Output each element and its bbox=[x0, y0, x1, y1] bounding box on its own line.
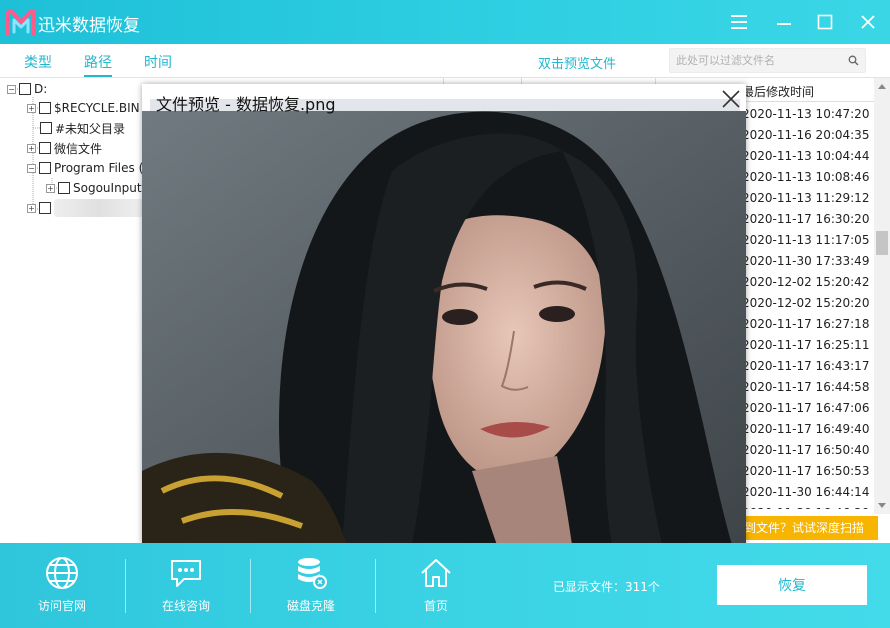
tree-node-recycle-bin[interactable]: + $RECYCLE.BIN bbox=[27, 99, 140, 117]
blurred-label bbox=[54, 199, 144, 217]
expand-icon[interactable]: + bbox=[27, 143, 36, 153]
expand-icon[interactable]: + bbox=[27, 203, 36, 213]
collapse-icon[interactable]: − bbox=[7, 84, 16, 94]
minimize-icon bbox=[777, 23, 791, 25]
checkbox[interactable] bbox=[39, 102, 51, 114]
tree-node-sogouinput[interactable]: + SogouInput bbox=[46, 179, 142, 197]
tab-time[interactable]: 时间 bbox=[144, 52, 172, 72]
tree-node-unknown-parent[interactable]: #未知父目录 bbox=[40, 119, 125, 137]
app-logo-icon bbox=[6, 9, 36, 36]
tree-node-program-files[interactable]: − Program Files ( bbox=[27, 159, 143, 177]
list-item[interactable]: 2020-11-17 16:44:58 bbox=[742, 377, 874, 398]
filter-box bbox=[669, 48, 866, 73]
checkbox[interactable] bbox=[19, 83, 31, 95]
divider bbox=[125, 559, 126, 613]
list-item[interactable]: 2020-11-30 17:33:49 bbox=[742, 251, 874, 272]
chat-icon bbox=[171, 560, 201, 587]
preview-image bbox=[142, 111, 746, 545]
tree-node-root[interactable]: − D: bbox=[7, 80, 47, 98]
expand-icon[interactable]: + bbox=[46, 183, 55, 193]
button-label: 磁盘克隆 bbox=[286, 599, 335, 613]
close-icon bbox=[861, 15, 875, 29]
scroll-up-icon[interactable] bbox=[878, 84, 886, 89]
preview-title: 文件预览 - 数据恢复.png bbox=[156, 95, 336, 114]
vertical-scrollbar[interactable] bbox=[874, 78, 890, 514]
minimize-button[interactable] bbox=[772, 10, 796, 34]
maximize-button[interactable] bbox=[813, 10, 837, 34]
disk-clone-button[interactable]: 磁盘克隆 bbox=[266, 555, 356, 614]
tree-node-label: D: bbox=[34, 82, 48, 96]
list-item[interactable]: 2020-12-02 15:20:20 bbox=[742, 293, 874, 314]
collapse-icon[interactable]: − bbox=[27, 163, 36, 173]
hamburger-icon bbox=[731, 15, 747, 29]
tree-node-label: 微信文件 bbox=[54, 141, 103, 156]
tree-node-blurred[interactable]: + bbox=[27, 199, 144, 217]
list-item[interactable]: 2020-11-16 20:04:35 bbox=[742, 125, 874, 146]
list-item[interactable]: 2020-11-13 10:08:46 bbox=[742, 167, 874, 188]
home-button[interactable]: 首页 bbox=[391, 555, 481, 614]
divider bbox=[250, 559, 251, 613]
list-item[interactable]: 2020-11-17 16:27:18 bbox=[742, 314, 874, 335]
list-item[interactable]: 2020-11-17 16:30:20 bbox=[742, 209, 874, 230]
list-item[interactable]: 2020-11-17 16:50:40 bbox=[742, 440, 874, 461]
checkbox[interactable] bbox=[39, 142, 51, 154]
list-item[interactable]: 2020-11-30 16:46:29 bbox=[742, 503, 874, 509]
scroll-down-icon[interactable] bbox=[878, 503, 886, 508]
checkbox[interactable] bbox=[39, 202, 51, 214]
column-header-modified-time[interactable]: 最后修改时间 bbox=[742, 78, 890, 102]
list-item[interactable]: 2020-11-13 10:04:44 bbox=[742, 146, 874, 167]
deep-scan-banner[interactable]: 到文件？试试深度扫描 bbox=[742, 516, 878, 540]
tab-path[interactable]: 路径 bbox=[84, 52, 112, 77]
tree-node-label: SogouInput bbox=[73, 181, 142, 195]
list-item[interactable]: 2020-11-13 11:29:12 bbox=[742, 188, 874, 209]
close-icon[interactable] bbox=[720, 88, 742, 110]
app-title: 迅米数据恢复 bbox=[38, 16, 140, 36]
checkbox[interactable] bbox=[58, 182, 70, 194]
search-icon[interactable] bbox=[848, 55, 859, 66]
shown-files-count: 已显示文件：311个 bbox=[553, 580, 660, 594]
list-item[interactable]: 2020-11-17 16:43:17 bbox=[742, 356, 874, 377]
list-item[interactable]: 2020-11-17 16:50:53 bbox=[742, 461, 874, 482]
column-header-label: 最后修改时间 bbox=[742, 85, 815, 99]
recover-button[interactable]: 恢复 bbox=[717, 565, 867, 605]
scrollbar-thumb[interactable] bbox=[876, 231, 888, 255]
filter-input[interactable] bbox=[670, 49, 840, 72]
checkbox[interactable] bbox=[39, 162, 51, 174]
bottom-bar: 访问官网 在线咨询 磁盘克隆 首页 已显示文件：311个 恢复 bbox=[0, 543, 890, 628]
list-item[interactable]: 2020-11-17 16:47:06 bbox=[742, 398, 874, 419]
tab-type[interactable]: 类型 bbox=[24, 52, 52, 72]
tree-node-label: #未知父目录 bbox=[55, 121, 126, 136]
expand-icon[interactable]: + bbox=[27, 103, 36, 113]
preview-hint: 双击预览文件 bbox=[538, 57, 617, 72]
list-item[interactable]: 2020-11-17 16:25:11 bbox=[742, 335, 874, 356]
list-item[interactable]: 2020-12-02 15:20:42 bbox=[742, 272, 874, 293]
tree-node-label: Program Files ( bbox=[54, 161, 144, 175]
folder-tree: − D: + $RECYCLE.BIN #未知父目录 + 微信文件 − Prog… bbox=[0, 78, 145, 543]
home-icon bbox=[421, 559, 451, 587]
list-item[interactable]: 2020-11-17 16:49:40 bbox=[742, 419, 874, 440]
modified-time-list: 2020-11-13 10:47:20 2020-11-16 20:04:35 … bbox=[742, 104, 874, 509]
globe-icon bbox=[46, 557, 78, 589]
list-item[interactable]: 2020-11-13 11:17:05 bbox=[742, 230, 874, 251]
checkbox[interactable] bbox=[40, 122, 52, 134]
tree-node-label: $RECYCLE.BIN bbox=[54, 101, 140, 115]
button-label: 访问官网 bbox=[37, 599, 86, 613]
portrait-illustration bbox=[142, 111, 746, 545]
title-bar: 迅米数据恢复 bbox=[0, 0, 890, 44]
divider bbox=[375, 559, 376, 613]
button-label: 首页 bbox=[423, 599, 448, 613]
tree-node-wechat-files[interactable]: + 微信文件 bbox=[27, 139, 102, 157]
button-label: 在线咨询 bbox=[161, 599, 210, 613]
visit-website-button[interactable]: 访问官网 bbox=[17, 555, 107, 614]
list-item[interactable]: 2020-11-13 10:47:20 bbox=[742, 104, 874, 125]
list-item[interactable]: 2020-11-30 16:44:14 bbox=[742, 482, 874, 503]
online-consult-button[interactable]: 在线咨询 bbox=[141, 555, 231, 614]
file-preview-dialog: 文件预览 - 数据恢复.png bbox=[142, 84, 746, 545]
database-icon bbox=[298, 558, 327, 589]
menu-button[interactable] bbox=[727, 10, 751, 34]
close-button[interactable] bbox=[856, 10, 880, 34]
maximize-icon bbox=[817, 14, 833, 30]
